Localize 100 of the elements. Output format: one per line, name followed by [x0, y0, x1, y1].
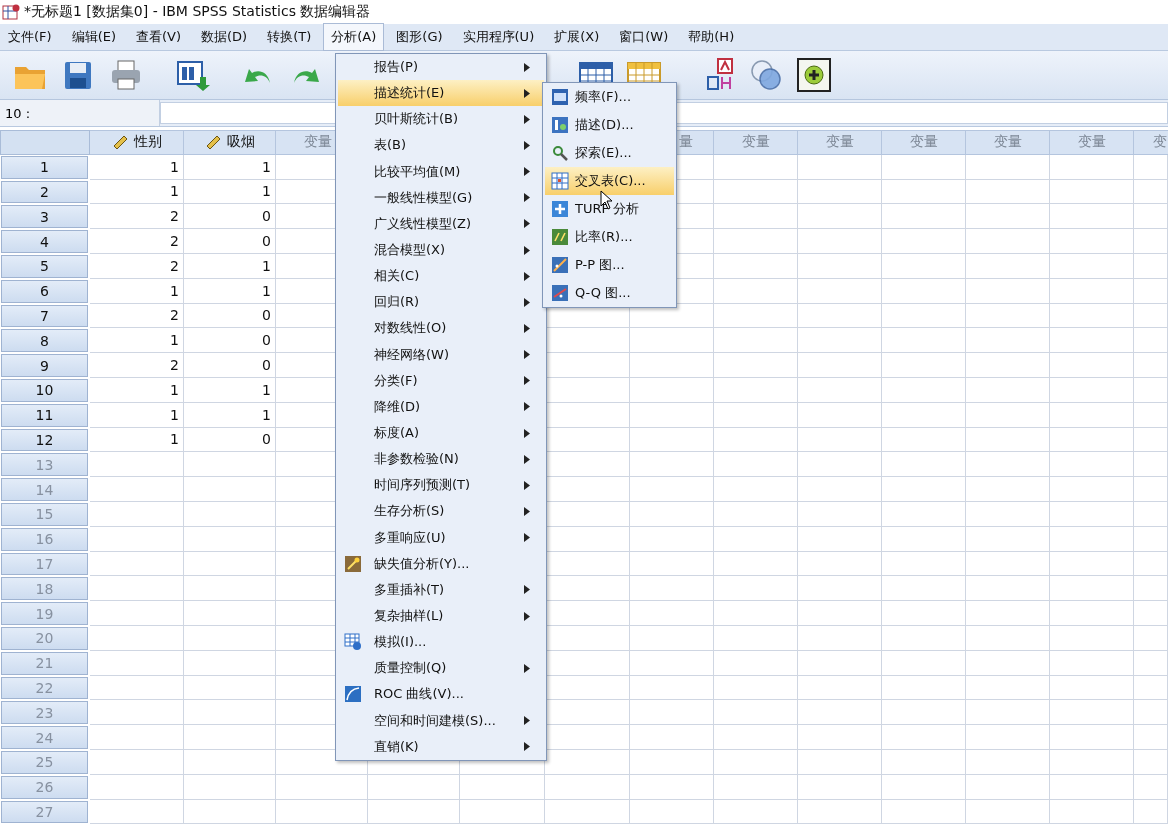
menu-item[interactable]: 多重响应(U) — [338, 524, 544, 551]
menu-item[interactable]: 比率(R)... — [545, 223, 674, 251]
table-cell — [1134, 650, 1168, 676]
table-cell: 0 — [184, 229, 276, 254]
menu-bar-item[interactable]: 帮助(H) — [680, 23, 743, 51]
table-cell — [1134, 576, 1168, 602]
submenu-arrow-icon — [524, 533, 530, 543]
column-label: 吸烟 — [226, 133, 255, 152]
table-cell — [1134, 551, 1168, 577]
submenu-arrow-icon — [524, 506, 530, 516]
row-header[interactable]: 11 — [1, 403, 88, 427]
menu-item[interactable]: 标度(A) — [338, 419, 544, 447]
menu-item[interactable]: 混合模型(X) — [338, 237, 544, 264]
menu-bar-item[interactable]: 数据(D) — [193, 23, 256, 51]
menu-item[interactable]: 贝叶斯统计(B) — [338, 106, 544, 133]
bar-chart-icon — [551, 116, 569, 134]
menu-item[interactable]: 频率(F)... — [545, 83, 674, 111]
table-cell — [1134, 700, 1168, 726]
menu-item[interactable]: 生存分析(S) — [338, 498, 544, 525]
submenu-arrow-icon — [524, 480, 530, 490]
menu-item[interactable]: 模拟(I)... — [338, 629, 544, 656]
menu-item[interactable]: ROC 曲线(V)... — [338, 681, 544, 708]
add-icon[interactable] — [796, 57, 832, 93]
menu-item[interactable]: 比较平均值(M) — [338, 158, 544, 185]
table-cell — [1134, 179, 1168, 205]
row-header[interactable]: 2 — [1, 180, 88, 204]
menu-item[interactable]: 描述统计(E) — [338, 80, 544, 107]
column-header[interactable]: 吸烟 — [184, 130, 276, 155]
table-cell — [1134, 154, 1168, 180]
menu-item[interactable]: 降维(D) — [338, 393, 544, 420]
menu-item[interactable]: 一般线性模型(G) — [338, 184, 544, 211]
menu-bar-item[interactable]: 窗口(W) — [611, 23, 677, 51]
menu-bar-item[interactable]: 转换(T) — [259, 23, 320, 51]
submenu-arrow-icon — [524, 376, 530, 386]
menu-item[interactable]: 神经网络(W) — [338, 341, 544, 368]
table-cell: 1 — [90, 328, 184, 354]
table-icon — [551, 172, 569, 190]
window-title: *无标题1 [数据集0] - IBM SPSS Statistics 数据编辑器 — [24, 3, 371, 21]
menu-item[interactable]: 探索(E)... — [545, 139, 674, 167]
row-header[interactable]: 10 — [1, 378, 88, 402]
menu-item[interactable]: Q-Q 图... — [545, 279, 674, 307]
table-cell — [1134, 377, 1168, 403]
table-cell — [1134, 278, 1168, 304]
menu-item[interactable]: 质量控制(Q) — [338, 655, 544, 682]
menu-item[interactable]: 直销(K) — [338, 733, 544, 760]
menu-item[interactable]: 分类(F) — [338, 367, 544, 394]
scatter-plot-icon — [551, 284, 569, 302]
table-cell — [1134, 799, 1168, 825]
ruler-icon — [204, 134, 221, 151]
menu-item[interactable]: 多重插补(T) — [338, 576, 544, 603]
menu-bar-item[interactable]: 编辑(E) — [63, 23, 124, 51]
menu-bar-item[interactable]: 图形(G) — [388, 23, 451, 51]
row-header[interactable]: 7 — [1, 304, 88, 328]
menu-item[interactable]: 空间和时间建模(S)... — [338, 707, 544, 734]
menu-item[interactable]: TURF 分析 — [545, 195, 674, 223]
row-header[interactable]: 6 — [1, 279, 88, 303]
menu-item[interactable]: 缺失值分析(Y)... — [338, 550, 544, 577]
submenu-arrow-icon — [524, 454, 530, 464]
row-header[interactable]: 4 — [1, 230, 88, 253]
number-chart-icon — [551, 88, 569, 106]
menu-item[interactable]: 相关(C) — [338, 263, 544, 290]
table-cell — [1134, 229, 1168, 254]
menu-bar-item[interactable]: 实用程序(U) — [454, 23, 543, 51]
table-cell: 1 — [90, 377, 184, 403]
column-header[interactable]: 性别 — [90, 130, 184, 155]
menu-item[interactable]: 回归(R) — [338, 289, 544, 316]
table-cell: 1 — [184, 254, 276, 279]
menu-item[interactable]: 非参数检验(N) — [338, 446, 544, 473]
submenu-arrow-icon — [524, 402, 530, 412]
menu-item[interactable]: 对数线性(O) — [338, 315, 544, 342]
table-cell — [1134, 774, 1168, 800]
menu-bar-item[interactable]: 分析(A) — [323, 23, 385, 51]
row-header[interactable]: 3 — [1, 205, 88, 229]
row-header[interactable]: 8 — [1, 329, 88, 353]
table-cell — [1134, 725, 1168, 750]
table-cell: 1 — [90, 402, 184, 428]
table-cell: 0 — [184, 204, 276, 230]
table-cell: 1 — [184, 402, 276, 428]
row-header[interactable]: 12 — [1, 428, 88, 452]
wand-icon — [344, 554, 362, 573]
ratio-icon — [551, 228, 569, 246]
table-cell — [1134, 353, 1168, 378]
row-header[interactable]: 5 — [1, 255, 88, 278]
menu-item[interactable]: 报告(P) — [338, 54, 544, 81]
submenu-arrow-icon — [524, 716, 530, 726]
circles-icon[interactable] — [748, 57, 784, 93]
row-header[interactable]: 1 — [1, 155, 88, 179]
menu-item[interactable]: 广义线性模型(Z) — [338, 210, 544, 237]
menu-item[interactable]: 描述(D)... — [545, 111, 674, 139]
menu-bar-item[interactable]: 查看(V) — [128, 23, 190, 51]
menu-bar-item[interactable]: 文件(F) — [0, 23, 60, 51]
menu-item[interactable]: 交叉表(C)... — [545, 167, 674, 195]
table-cell: 0 — [184, 353, 276, 378]
menu-bar-item[interactable]: 扩展(X) — [546, 23, 608, 51]
row-header[interactable]: 9 — [1, 354, 88, 377]
menu-item[interactable]: 复杂抽样(L) — [338, 602, 544, 630]
menu-item[interactable]: P-P 图... — [545, 251, 674, 279]
menu-item[interactable]: 时间序列预测(T) — [338, 472, 544, 499]
table-cell — [1134, 749, 1168, 775]
submenu-arrow-icon — [524, 245, 530, 255]
